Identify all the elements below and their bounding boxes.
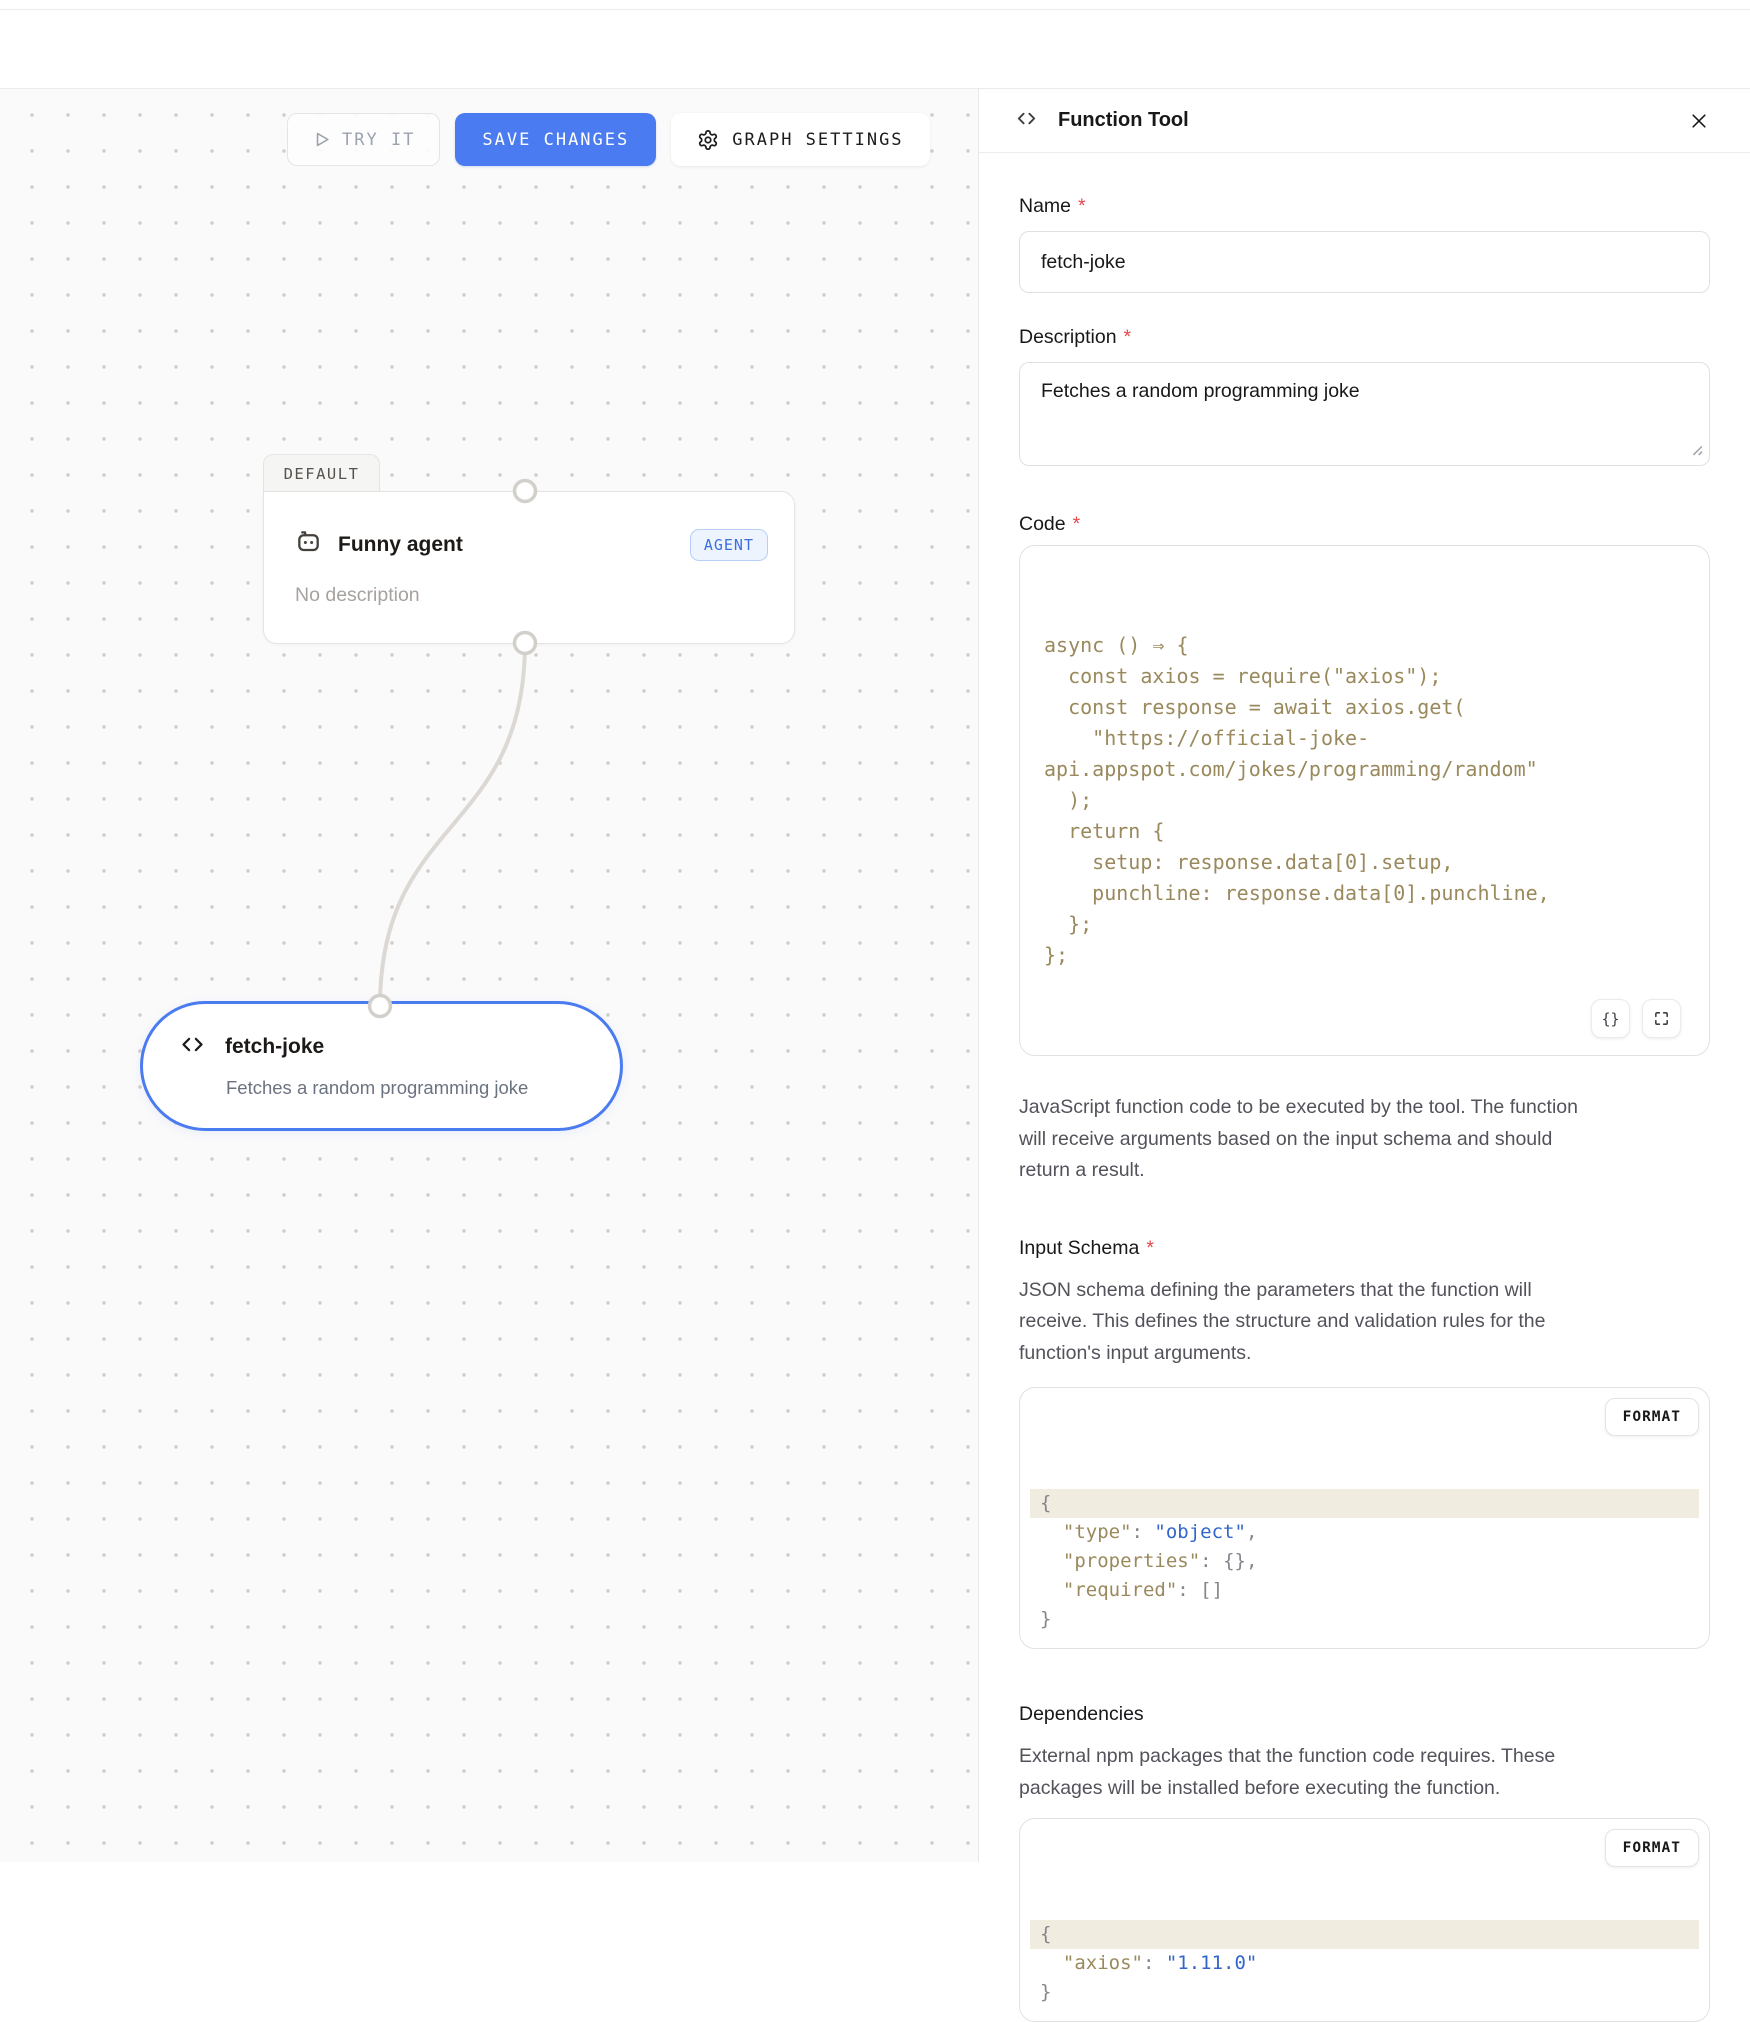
code-line: "type": "object", (1030, 1518, 1699, 1547)
agent-node-title: Funny agent (338, 533, 463, 557)
resize-handle[interactable] (1688, 441, 1703, 461)
close-panel-button[interactable] (1684, 106, 1714, 136)
try-it-label: TRY IT (342, 130, 415, 150)
top-divider (0, 9, 1750, 10)
panel-header: Function Tool (979, 89, 1750, 153)
input-schema-label: Input Schema* (1019, 1237, 1710, 1261)
code-line: { (1030, 1920, 1699, 1949)
panel-title: Function Tool (1058, 109, 1189, 132)
code-line: "required": [] (1030, 1576, 1699, 1605)
code-icon (179, 1031, 206, 1063)
play-icon (312, 130, 331, 149)
code-line: { (1030, 1489, 1699, 1518)
group-tab-default[interactable]: DEFAULT (263, 454, 380, 492)
tool-node-title: fetch-joke (225, 1035, 324, 1059)
required-asterisk: * (1124, 326, 1132, 348)
code-line: "axios": "1.11.0" (1030, 1949, 1699, 1978)
name-label: Name* (1019, 195, 1710, 219)
agent-node[interactable]: Funny agent AGENT No description (263, 491, 795, 644)
code-line: }; (1044, 909, 1685, 940)
input-schema-editor[interactable]: FORMAT { "type": "object", "properties":… (1019, 1387, 1710, 1649)
code-icon (1015, 107, 1038, 135)
gear-icon (697, 129, 719, 151)
top-bar (0, 0, 1750, 88)
code-line: "properties": {}, (1030, 1547, 1699, 1576)
code-line: } (1030, 1978, 1699, 2007)
description-textarea[interactable]: Fetches a random programming joke (1019, 362, 1710, 466)
graph-settings-button[interactable]: GRAPH SETTINGS (671, 113, 929, 166)
input-schema-helper-text: JSON schema defining the parameters that… (1019, 1275, 1710, 1370)
tool-node-fetch-joke[interactable]: fetch-joke Fetches a random programming … (140, 1001, 623, 1131)
code-line: api.appspot.com/jokes/programming/random… (1044, 754, 1685, 785)
code-editor[interactable]: async () ⇒ { const axios = require("axio… (1019, 545, 1710, 1056)
code-line: punchline: response.data[0].punchline, (1044, 878, 1685, 909)
expand-editor-button[interactable] (1642, 999, 1681, 1038)
code-label: Code* (1019, 513, 1710, 537)
description-label: Description* (1019, 326, 1710, 350)
agent-badge: AGENT (690, 529, 768, 561)
canvas-toolbar: TRY IT SAVE CHANGES GRAPH SETTINGS (287, 113, 930, 166)
code-line: } (1030, 1605, 1699, 1634)
edge-connection[interactable] (380, 643, 525, 1006)
dependencies-helper-text: External npm packages that the function … (1019, 1741, 1710, 1804)
required-asterisk: * (1073, 513, 1081, 535)
required-asterisk: * (1078, 195, 1086, 217)
graph-settings-label: GRAPH SETTINGS (732, 130, 903, 150)
tool-node-description: Fetches a random programming joke (226, 1077, 528, 1099)
code-line: async () ⇒ { (1044, 630, 1685, 661)
name-input[interactable] (1019, 231, 1710, 293)
edge-layer (0, 89, 978, 1863)
code-line: ); (1044, 785, 1685, 816)
format-braces-button[interactable]: {} (1591, 999, 1630, 1038)
code-line: }; (1044, 940, 1685, 971)
format-button[interactable]: FORMAT (1605, 1398, 1699, 1436)
robot-icon (294, 528, 323, 562)
dependencies-editor[interactable]: FORMAT { "axios": "1.11.0"} (1019, 1818, 1710, 2022)
save-changes-button[interactable]: SAVE CHANGES (455, 113, 656, 166)
code-line: return { (1044, 816, 1685, 847)
code-line: const axios = require("axios"); (1044, 661, 1685, 692)
code-line: const response = await axios.get( (1044, 692, 1685, 723)
code-line: setup: response.data[0].setup, (1044, 847, 1685, 878)
code-helper-text: JavaScript function code to be executed … (1019, 1092, 1710, 1187)
agent-node-description: No description (295, 584, 420, 607)
code-line: "https://official-joke- (1044, 723, 1685, 754)
dependencies-label: Dependencies (1019, 1703, 1710, 1727)
format-button[interactable]: FORMAT (1605, 1829, 1699, 1867)
try-it-button[interactable]: TRY IT (287, 113, 440, 166)
function-tool-panel: Function Tool Name* Description* Fetches… (978, 88, 1750, 1862)
graph-canvas[interactable]: TRY IT SAVE CHANGES GRAPH SETTINGS DEFAU… (0, 88, 978, 1862)
required-asterisk: * (1146, 1237, 1154, 1259)
